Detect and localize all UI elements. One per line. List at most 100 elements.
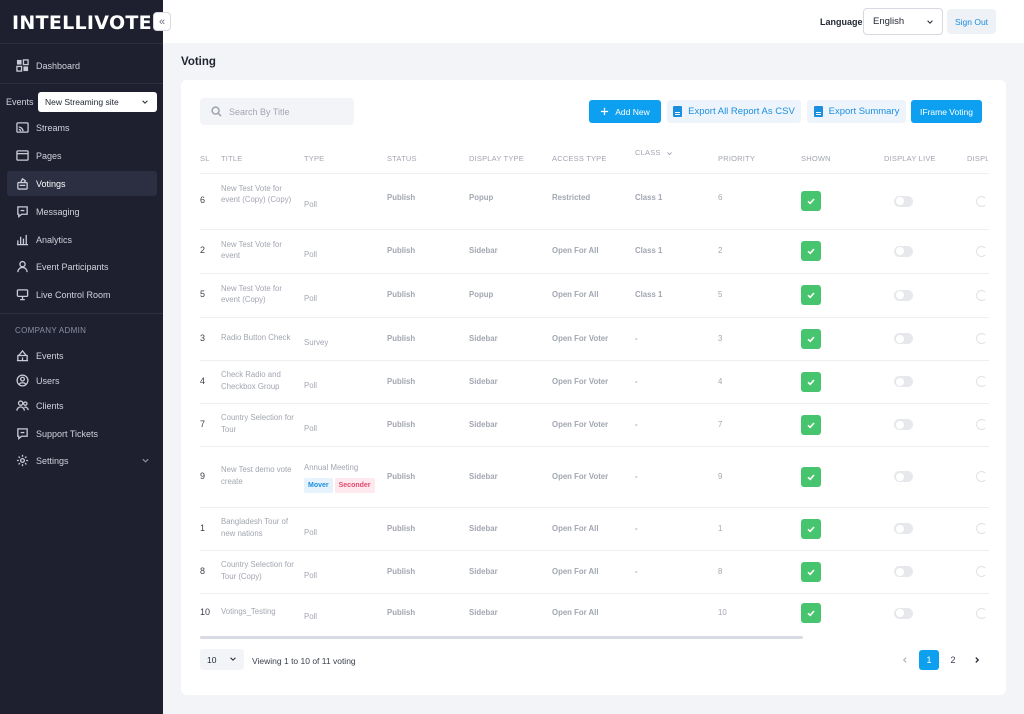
display-live-toggle[interactable]	[894, 566, 913, 577]
col-header-shown[interactable]: SHOWN	[801, 154, 831, 163]
sign-out-button[interactable]: Sign Out	[947, 9, 996, 34]
row-display-type: Sidebar	[469, 376, 498, 386]
shown-checkbox[interactable]	[801, 603, 821, 623]
display-live-toggle[interactable]	[894, 376, 913, 387]
display-toggle[interactable]	[976, 376, 987, 387]
row-access-type: Open For All	[552, 246, 599, 255]
display-live-toggle[interactable]	[894, 195, 913, 207]
shown-checkbox[interactable]	[801, 241, 821, 261]
col-header-access-type[interactable]: ACCESS TYPE	[552, 154, 607, 163]
sidebar-item-live-control-room[interactable]: Live Control Room	[7, 282, 157, 307]
display-toggle[interactable]	[976, 471, 987, 482]
sidebar-item-clients[interactable]: Clients	[7, 393, 157, 418]
row-status: Publish	[387, 246, 416, 255]
col-header-type[interactable]: TYPE	[304, 154, 324, 163]
row-display-type: Sidebar	[469, 566, 498, 576]
add-new-button[interactable]: Add New	[589, 100, 661, 123]
display-live-toggle[interactable]	[894, 289, 913, 301]
language-label: Language	[820, 17, 863, 27]
prev-page-button[interactable]	[895, 650, 915, 670]
col-header-priority[interactable]: PRIORITY	[718, 154, 755, 163]
sidebar-item-label: Event Participants	[36, 261, 109, 272]
row-class: -	[635, 471, 638, 481]
per-page-select[interactable]: 10	[200, 649, 244, 670]
row-priority: 3	[718, 333, 723, 343]
shown-checkbox[interactable]	[801, 466, 821, 487]
sidebar-item-analytics[interactable]: Analytics	[7, 227, 157, 252]
dashboard-icon	[16, 59, 29, 72]
display-live-toggle[interactable]	[894, 419, 913, 430]
shown-checkbox[interactable]	[801, 561, 821, 582]
iframe-voting-button[interactable]: IFrame Voting	[911, 100, 982, 123]
display-toggle[interactable]	[976, 333, 987, 344]
sidebar-item-dashboard[interactable]: Dashboard	[7, 53, 157, 78]
row-display-type: Sidebar	[469, 333, 498, 343]
display-toggle[interactable]	[976, 245, 987, 257]
shown-checkbox[interactable]	[801, 518, 821, 539]
horizontal-scrollbar[interactable]	[200, 636, 803, 639]
sidebar-item-pages[interactable]: Pages	[7, 143, 157, 168]
app-logo[interactable]: INTELLIVOTES	[12, 12, 166, 34]
shown-checkbox[interactable]	[801, 414, 821, 435]
page-button-1[interactable]: 1	[919, 650, 939, 670]
row-divider	[200, 229, 989, 230]
col-header-display-live[interactable]: DISPLAY LIVE	[884, 154, 936, 163]
event-select[interactable]: New Streaming site	[38, 92, 157, 112]
file-icon	[673, 106, 683, 117]
search-box[interactable]	[200, 98, 354, 125]
sidebar-item-streams[interactable]: Streams	[7, 115, 157, 140]
col-header-display[interactable]: DISPL	[967, 154, 988, 163]
display-toggle[interactable]	[976, 195, 987, 207]
chevron-down-icon	[142, 100, 148, 104]
row-access-type: Open For All	[552, 290, 599, 299]
display-toggle[interactable]	[976, 607, 987, 619]
row-divider	[200, 507, 989, 508]
display-live-toggle[interactable]	[894, 333, 913, 344]
row-priority: 5	[718, 290, 723, 299]
col-header-display-type[interactable]: DISPLAY TYPE	[469, 154, 524, 163]
row-type: Poll	[304, 250, 318, 259]
shown-checkbox[interactable]	[801, 371, 821, 392]
export-csv-button[interactable]: Export All Report As CSV	[667, 100, 801, 123]
sidebar-item-event-participants[interactable]: Event Participants	[7, 254, 157, 279]
col-header-class[interactable]: CLASS	[635, 148, 673, 157]
sidebar-item-settings[interactable]: Settings	[7, 448, 157, 473]
row-type: Poll	[304, 527, 318, 537]
col-header-status[interactable]: STATUS	[387, 154, 417, 163]
row-type: Poll	[304, 200, 318, 209]
row-title: New Test Vote for event (Copy)	[221, 283, 282, 305]
row-priority: 2	[718, 246, 723, 255]
display-toggle[interactable]	[976, 523, 987, 534]
display-live-toggle[interactable]	[894, 607, 913, 619]
shown-checkbox[interactable]	[801, 191, 821, 211]
sidebar-item-votings[interactable]: Votings	[7, 171, 157, 196]
display-live-toggle[interactable]	[894, 471, 913, 482]
display-toggle[interactable]	[976, 566, 987, 577]
shown-checkbox[interactable]	[801, 328, 821, 349]
export-summary-button[interactable]: Export Summary	[807, 100, 906, 123]
shown-checkbox[interactable]	[801, 285, 821, 305]
sidebar-item-users[interactable]: Users	[7, 368, 157, 393]
sidebar-item-messaging[interactable]: Messaging	[7, 199, 157, 224]
row-title: Country Selection for Tour (Copy)	[221, 560, 294, 581]
col-header-title[interactable]: TITLE	[221, 154, 242, 163]
next-page-button[interactable]	[967, 650, 987, 670]
sidebar-collapse-button[interactable]: «	[153, 12, 171, 31]
export-summary-label: Export Summary	[828, 106, 900, 117]
row-class: Class 1	[635, 193, 663, 202]
row-class: Class 1	[635, 246, 663, 255]
search-input[interactable]	[229, 106, 339, 117]
sidebar-item-support-tickets[interactable]: Support Tickets	[7, 421, 157, 446]
sidebar-item-events[interactable]: Events	[7, 343, 157, 368]
per-page-value: 10	[207, 654, 217, 665]
display-live-toggle[interactable]	[894, 245, 913, 257]
display-toggle[interactable]	[976, 419, 987, 430]
row-status: Publish	[387, 290, 416, 299]
chevron-down-icon	[142, 458, 149, 463]
stream-icon	[16, 121, 29, 134]
display-live-toggle[interactable]	[894, 523, 913, 534]
page-button-2[interactable]: 2	[943, 650, 963, 670]
gear-icon	[16, 454, 29, 467]
display-toggle[interactable]	[976, 289, 987, 301]
language-select[interactable]: English	[863, 8, 943, 35]
